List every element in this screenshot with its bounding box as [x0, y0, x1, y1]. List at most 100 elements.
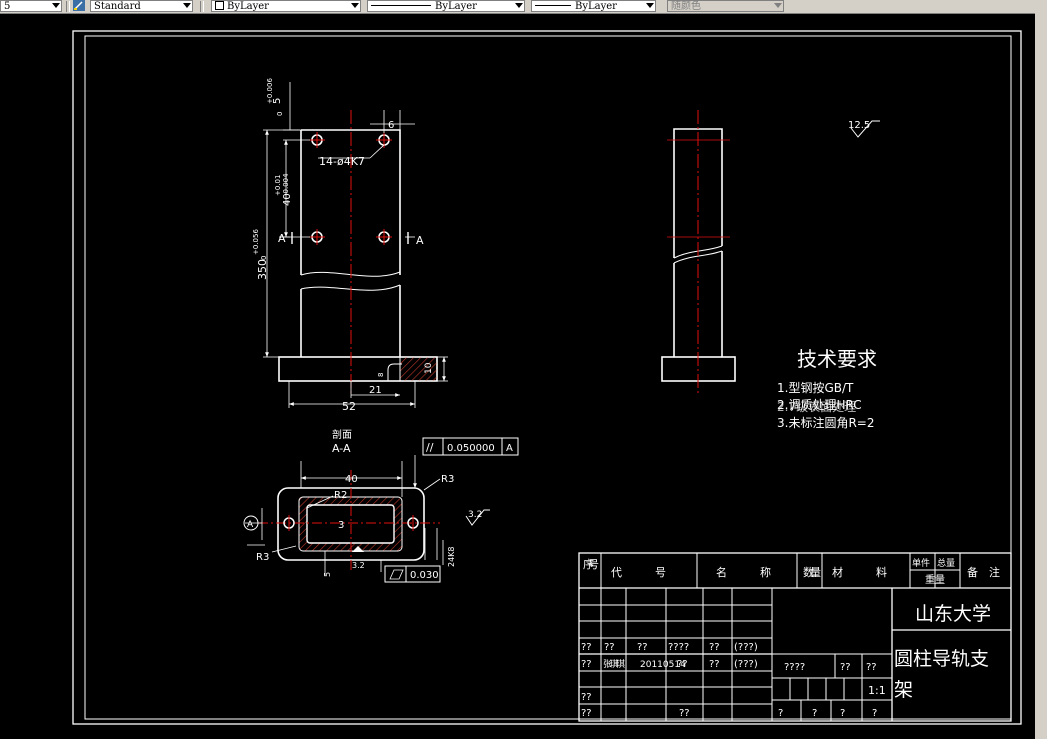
partial-combo[interactable]: 5 [0, 0, 62, 12]
tb-header-code: 代 号 [611, 566, 666, 579]
roughness-side-value: 12.5 [848, 120, 870, 131]
section-mark-right: A [416, 234, 424, 247]
tb-header-unit: 单件 [912, 557, 930, 569]
tb-header-seq: 序号 [583, 557, 599, 571]
tb-school: 山东大学 [915, 603, 991, 625]
section-r-left: R3 [256, 552, 269, 563]
tb-row1-c3: ?? [637, 642, 648, 653]
dim-height: 350 [256, 259, 269, 280]
tb-mid-label: ???? [784, 662, 805, 673]
toolbar-separator [66, 1, 70, 12]
section-name: A-A [332, 442, 351, 455]
dim-mid-tol-lower: -0.004 [282, 173, 290, 196]
dim-right: 6 [388, 120, 394, 131]
tb-mid-q2: ?? [866, 662, 877, 673]
chevron-down-icon [52, 3, 60, 8]
parallelism-symbol: // [426, 441, 434, 454]
plotstyle-combo[interactable]: 随颜色 [667, 0, 784, 12]
tb-header-weight: 重量 [925, 573, 945, 586]
tb-header-material: 材 料 [832, 565, 887, 579]
linetype-sample [371, 5, 431, 6]
section-dim-width: 40 [345, 474, 358, 485]
parallelism-datum: A [506, 443, 513, 454]
color-swatch-icon [215, 1, 224, 10]
section-mark-left: A [278, 232, 286, 245]
dim-mid-tol-upper: +0.01 [274, 175, 282, 196]
tb-bottom-2: ? [812, 708, 817, 719]
dim-base-thk: 10 [424, 362, 434, 374]
hole-tl [309, 132, 325, 148]
textstyle-combo[interactable]: Standard [90, 0, 193, 12]
section-datum-label: A [247, 520, 254, 530]
color-combo[interactable]: ByLayer [211, 0, 361, 12]
lineweight-value: ByLayer [575, 1, 617, 12]
dim-base-offset: 21 [369, 385, 382, 396]
tb-left3: ?? [581, 692, 592, 703]
text-style-icon[interactable] [72, 0, 86, 12]
dim-height-tol-upper: +0.056 [252, 229, 260, 255]
tb-header-name: 名 称 [716, 565, 771, 579]
parallelism-frame: // 0.050000 A [413, 437, 519, 488]
roughness-mark-section: 3.2 [465, 509, 490, 526]
toolbar-separator [200, 1, 204, 12]
tb-mid-q1: ?? [840, 662, 851, 673]
tb-row1-c5: ?? [709, 642, 720, 653]
chevron-down-icon [183, 3, 191, 8]
tech-req-line3: 3.未标注圆角R=2 [777, 415, 874, 430]
right-scrollbar[interactable] [1035, 13, 1047, 739]
lineweight-sample [535, 5, 571, 6]
inner-frame [84, 35, 1012, 720]
tb-header-total: 总量 [937, 557, 955, 569]
tb-bottom-3: ? [840, 708, 845, 719]
dim-top-tol-upper: +0.006 [266, 78, 274, 104]
tb-row2-c4: ?? [677, 659, 688, 670]
tb-row1-c1: ?? [581, 642, 592, 653]
tb-header-note: 备 注 [967, 565, 1000, 579]
textstyle-value: Standard [94, 1, 141, 12]
chevron-down-icon [515, 3, 523, 8]
tb-part-title: 圆柱导轨支 [894, 648, 989, 670]
section-small-dim2: 3.2 [352, 561, 365, 570]
outer-frame [72, 30, 1022, 725]
dim-chamfer: 8 [377, 373, 385, 377]
tb-row1-c2: ?? [604, 642, 615, 653]
tb-row2-c1: ?? [581, 659, 592, 670]
color-value: ByLayer [227, 1, 269, 12]
tb-left4b: ?? [679, 708, 690, 719]
section-view [258, 470, 440, 570]
dim-width: 52 [342, 400, 356, 413]
tb-row2-c5: ?? [709, 659, 720, 670]
chevron-down-icon [774, 3, 782, 8]
hole-ml [309, 229, 325, 245]
roughness-section-value: 3.2 [468, 510, 482, 520]
tb-scale: 1:1 [868, 684, 886, 697]
section-title: 剖面 [332, 428, 352, 441]
parallelism-value: 0.050000 [447, 443, 495, 454]
tech-req-title: 技术要求 [797, 347, 877, 371]
hole-note: 14-ø4K7 [319, 155, 365, 168]
tb-left4: ?? [581, 708, 592, 719]
tb-bottom-4: ? [872, 708, 877, 719]
tb-row1-c4: ???? [668, 642, 689, 653]
tb-row1-c6: (???) [734, 642, 758, 653]
partial-combo-value: 5 [4, 1, 11, 12]
tb-header-qty: 数量 [803, 566, 821, 579]
drawing-canvas[interactable]: 5 +0.006 0 6 14-ø4K7 40 +0.01 -0.004 350… [0, 13, 1035, 739]
plotstyle-value: 随颜色 [671, 1, 701, 12]
section-small-dim: 5 [323, 572, 332, 577]
linetype-value: ByLayer [435, 1, 477, 12]
tb-part-title-2: 架 [894, 679, 913, 701]
section-r-inner: R2 [334, 490, 347, 501]
dim-height-tol-lower: 0 [260, 256, 268, 260]
tb-row2-c6: (???) [734, 659, 758, 670]
roughness-mark-side: 12.5 [848, 120, 880, 138]
tech-req-line2-overlap: 2.7级表面处理 [777, 400, 856, 414]
chevron-down-icon [351, 3, 359, 8]
tech-req-line1: 1.型钢按GB/T [777, 381, 854, 395]
tb-bottom-1: ? [778, 708, 783, 719]
properties-toolbar: 5 Standard ByLayer ByLayer ByLayer 随颜色 [0, 0, 1047, 14]
linetype-combo[interactable]: ByLayer [367, 0, 525, 12]
hole-tr [376, 132, 392, 148]
lineweight-combo[interactable]: ByLayer [531, 0, 656, 12]
flatness-value: 0.030 [410, 570, 439, 581]
